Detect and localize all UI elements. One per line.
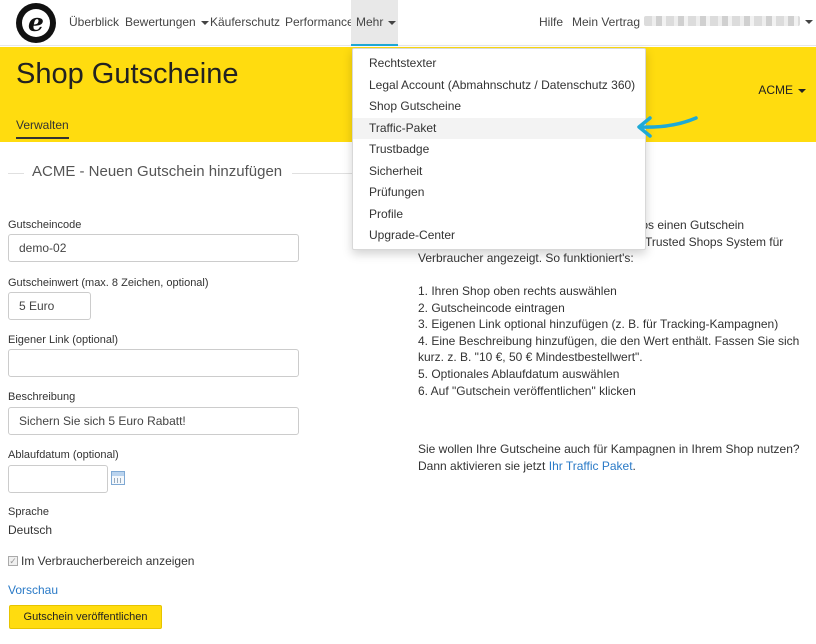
help-step: 1. Ihren Shop oben rechts auswählen bbox=[418, 284, 617, 298]
nav-mein-vertrag-label: Mein Vertrag bbox=[572, 15, 641, 29]
campaign-text-line2: Dann aktivieren sie jetzt Ihr Traffic Pa… bbox=[418, 458, 636, 475]
custom-link-input[interactable] bbox=[8, 349, 299, 377]
nav-performance[interactable]: Performance bbox=[285, 0, 354, 46]
account-menu-blurred[interactable] bbox=[644, 16, 800, 26]
checkbox-checked-icon[interactable]: ✓ bbox=[8, 555, 18, 566]
nav-mehr[interactable]: Mehr bbox=[351, 0, 398, 46]
help-step: 2. Gutscheincode eintragen bbox=[418, 301, 565, 315]
expiry-date-input[interactable] bbox=[8, 465, 108, 493]
form-section-title: ACME - Neuen Gutschein hinzufügen bbox=[32, 163, 283, 180]
value-label: Gutscheinwert (max. 8 Zeichen, optional) bbox=[8, 277, 209, 289]
nav-hilfe[interactable]: Hilfe bbox=[539, 0, 563, 46]
menu-item-legal-account[interactable]: Legal Account (Abmahnschutz / Datenschut… bbox=[353, 75, 645, 97]
menu-item-sicherheit[interactable]: Sicherheit bbox=[353, 161, 645, 183]
show-in-consumer-area-label: Im Verbraucherbereich anzeigen bbox=[21, 554, 195, 568]
menu-item-shop-gutscheine[interactable]: Shop Gutscheine bbox=[353, 96, 645, 118]
campaign-text-suffix: . bbox=[632, 459, 636, 473]
code-label: Gutscheincode bbox=[8, 219, 82, 231]
chevron-down-icon bbox=[805, 20, 813, 24]
help-step: 4. Eine Beschreibung hinzufügen, die den… bbox=[418, 334, 800, 348]
menu-item-trustbadge[interactable]: Trustbadge bbox=[353, 139, 645, 161]
help-text-line3: Verbraucher angezeigt. So funktioniert's… bbox=[418, 251, 634, 265]
nav-bewertungen-label: Bewertungen bbox=[125, 15, 196, 29]
chevron-down-icon bbox=[200, 20, 209, 25]
link-label: Eigener Link (optional) bbox=[8, 334, 119, 346]
nav-ueberblick-label: Überblick bbox=[69, 15, 120, 29]
shop-selector-label: ACME bbox=[758, 83, 793, 97]
trusted-shops-logo[interactable]: e bbox=[16, 3, 56, 43]
tab-verwalten[interactable]: Verwalten bbox=[16, 118, 69, 139]
preview-link[interactable]: Vorschau bbox=[8, 583, 58, 597]
nav-kaeuferschutz[interactable]: Käuferschutz bbox=[210, 0, 280, 46]
help-step: kurz. z. B. "10 €, 50 € Mindestbestellwe… bbox=[418, 350, 643, 364]
language-value: Deutsch bbox=[8, 523, 53, 537]
nav-hilfe-label: Hilfe bbox=[539, 15, 564, 29]
nav-kaeuferschutz-label: Käuferschutz bbox=[210, 15, 281, 29]
annotation-arrow-icon bbox=[637, 116, 698, 138]
chevron-down-icon bbox=[388, 20, 397, 25]
nav-ueberblick[interactable]: Überblick bbox=[69, 0, 119, 46]
menu-item-pruefungen[interactable]: Prüfungen bbox=[353, 182, 645, 204]
help-step: 5. Optionales Ablaufdatum auswählen bbox=[418, 367, 620, 381]
menu-item-profile[interactable]: Profile bbox=[353, 204, 645, 226]
help-step: 3. Eigenen Link optional hinzufügen (z. … bbox=[418, 317, 779, 331]
campaign-text-prefix: Dann aktivieren sie jetzt bbox=[418, 459, 549, 473]
expiry-label: Ablaufdatum (optional) bbox=[8, 449, 119, 461]
traffic-paket-link[interactable]: Ihr Traffic Paket bbox=[549, 459, 633, 473]
language-label: Sprache bbox=[8, 506, 49, 518]
logo-letter: e bbox=[22, 9, 50, 37]
voucher-value-input[interactable] bbox=[8, 292, 91, 320]
menu-item-upgrade-center[interactable]: Upgrade-Center bbox=[353, 225, 645, 247]
show-in-consumer-area[interactable]: ✓ Im Verbraucherbereich anzeigen bbox=[8, 554, 194, 568]
shop-selector[interactable]: ACME bbox=[758, 83, 806, 97]
voucher-code-input[interactable] bbox=[8, 234, 299, 262]
help-text-line2: Trusted Shops System für bbox=[645, 235, 784, 249]
description-input[interactable] bbox=[8, 407, 299, 435]
nav-performance-label: Performance bbox=[285, 15, 354, 29]
top-navbar: e Überblick Bewertungen Käuferschutz Per… bbox=[0, 0, 816, 46]
calendar-icon[interactable] bbox=[111, 471, 125, 485]
nav-mein-vertrag[interactable]: Mein Vertrag bbox=[572, 0, 640, 46]
menu-item-rechtstexter[interactable]: Rechtstexter bbox=[353, 53, 645, 75]
nav-mehr-label: Mehr bbox=[356, 15, 384, 29]
page-title: Shop Gutscheine bbox=[16, 58, 239, 90]
divider bbox=[292, 173, 352, 174]
nav-bewertungen[interactable]: Bewertungen bbox=[125, 0, 209, 46]
help-step: 6. Auf "Gutschein veröffentlichen" klick… bbox=[418, 384, 636, 398]
menu-item-traffic-paket[interactable]: Traffic-Paket bbox=[353, 117, 645, 139]
publish-voucher-button[interactable]: Gutschein veröffentlichen bbox=[9, 605, 162, 629]
mehr-dropdown-menu: Rechtstexter Legal Account (Abmahnschutz… bbox=[352, 48, 646, 250]
campaign-text-line1: Sie wollen Ihre Gutscheine auch für Kamp… bbox=[418, 442, 800, 456]
description-label: Beschreibung bbox=[8, 391, 76, 403]
divider bbox=[8, 173, 24, 174]
chevron-down-icon bbox=[798, 88, 806, 93]
